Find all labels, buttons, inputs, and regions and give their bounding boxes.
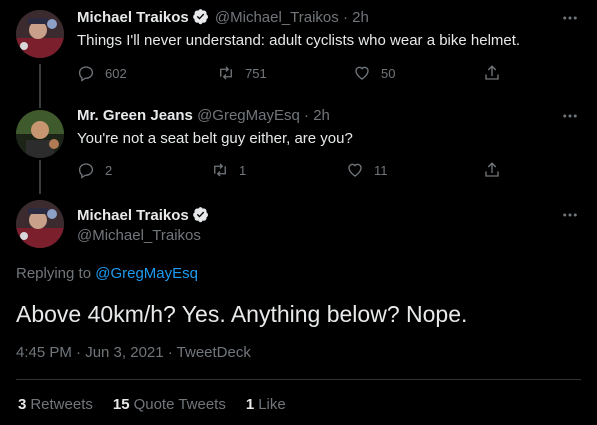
engagement-stats: 3 Retweets 15 Quote Tweets 1 Like bbox=[18, 396, 286, 413]
divider bbox=[16, 379, 581, 380]
main-tweet-text: Above 40km/h? Yes. Anything below? Nope. bbox=[16, 301, 468, 327]
likes-stat[interactable]: 1 Like bbox=[246, 396, 286, 413]
more-icon[interactable] bbox=[561, 9, 579, 27]
reply-icon bbox=[78, 163, 94, 179]
tweet-header: Michael Traikos bbox=[77, 206, 211, 226]
separator-dot: · bbox=[304, 107, 310, 124]
like-icon bbox=[348, 163, 362, 177]
display-name[interactable]: Michael Traikos bbox=[77, 9, 189, 26]
quote-tweets-count: 15 bbox=[112, 396, 130, 413]
handle[interactable]: @GregMayEsq bbox=[197, 107, 300, 124]
share-icon[interactable] bbox=[483, 64, 501, 82]
tweet-text: Things I'll never understand: adult cycl… bbox=[77, 32, 521, 49]
retweets-count: 3 bbox=[18, 396, 27, 413]
likes-label: Like bbox=[258, 396, 286, 413]
retweets-stat[interactable]: 3 Retweets bbox=[18, 396, 93, 413]
like-icon bbox=[355, 66, 369, 80]
retweet-count: 751 bbox=[245, 65, 267, 81]
like-button[interactable]: 11 bbox=[346, 160, 388, 180]
tweet-text: You're not a seat belt guy either, are y… bbox=[77, 130, 353, 147]
tweet-header: Michael Traikos @Michael_Traikos · 2h bbox=[77, 8, 369, 28]
display-name[interactable]: Michael Traikos bbox=[77, 207, 189, 224]
tweet-header: Mr. Green Jeans @GregMayEsq · 2h bbox=[77, 106, 330, 126]
retweet-button[interactable]: 1 bbox=[211, 160, 246, 180]
quote-tweets-label: Quote Tweets bbox=[133, 396, 226, 413]
replying-to-link[interactable]: @GregMayEsq bbox=[95, 265, 198, 282]
more-icon[interactable] bbox=[561, 206, 579, 224]
reply-button[interactable]: 602 bbox=[77, 63, 127, 83]
handle[interactable]: @Michael_Traikos bbox=[77, 227, 201, 244]
like-button[interactable]: 50 bbox=[353, 63, 395, 83]
like-count: 50 bbox=[381, 65, 396, 81]
retweet-icon bbox=[220, 66, 232, 80]
verified-badge-icon bbox=[192, 9, 208, 25]
more-icon[interactable] bbox=[561, 107, 579, 125]
reply-count: 2 bbox=[105, 162, 113, 178]
handle[interactable]: @Michael_Traikos bbox=[215, 9, 339, 26]
avatar[interactable] bbox=[16, 200, 64, 248]
replying-to: Replying to @GregMayEsq bbox=[16, 265, 198, 282]
retweet-count: 1 bbox=[239, 162, 247, 178]
tweet-meta[interactable]: 4:45 PM · Jun 3, 2021 · TweetDeck bbox=[16, 344, 251, 361]
quote-tweets-stat[interactable]: 15 Quote Tweets bbox=[113, 396, 226, 413]
retweet-button[interactable]: 751 bbox=[217, 63, 267, 83]
separator-dot: · bbox=[342, 9, 348, 26]
retweets-label: Retweets bbox=[30, 396, 93, 413]
avatar[interactable] bbox=[16, 110, 64, 158]
replying-prefix: Replying to bbox=[16, 265, 96, 282]
avatar[interactable] bbox=[16, 10, 64, 58]
display-name[interactable]: Mr. Green Jeans bbox=[77, 107, 193, 124]
timestamp[interactable]: 2h bbox=[313, 107, 330, 124]
like-count: 11 bbox=[374, 162, 388, 178]
likes-count: 1 bbox=[245, 396, 255, 413]
thread-line-2 bbox=[39, 160, 41, 194]
reply-button[interactable]: 2 bbox=[77, 160, 112, 180]
timestamp[interactable]: 2h bbox=[352, 9, 369, 26]
share-icon[interactable] bbox=[483, 161, 501, 179]
verified-badge-icon bbox=[192, 207, 208, 223]
reply-icon bbox=[78, 66, 94, 82]
thread-line-1 bbox=[39, 64, 41, 108]
reply-count: 602 bbox=[105, 65, 127, 81]
retweet-icon bbox=[214, 163, 226, 177]
